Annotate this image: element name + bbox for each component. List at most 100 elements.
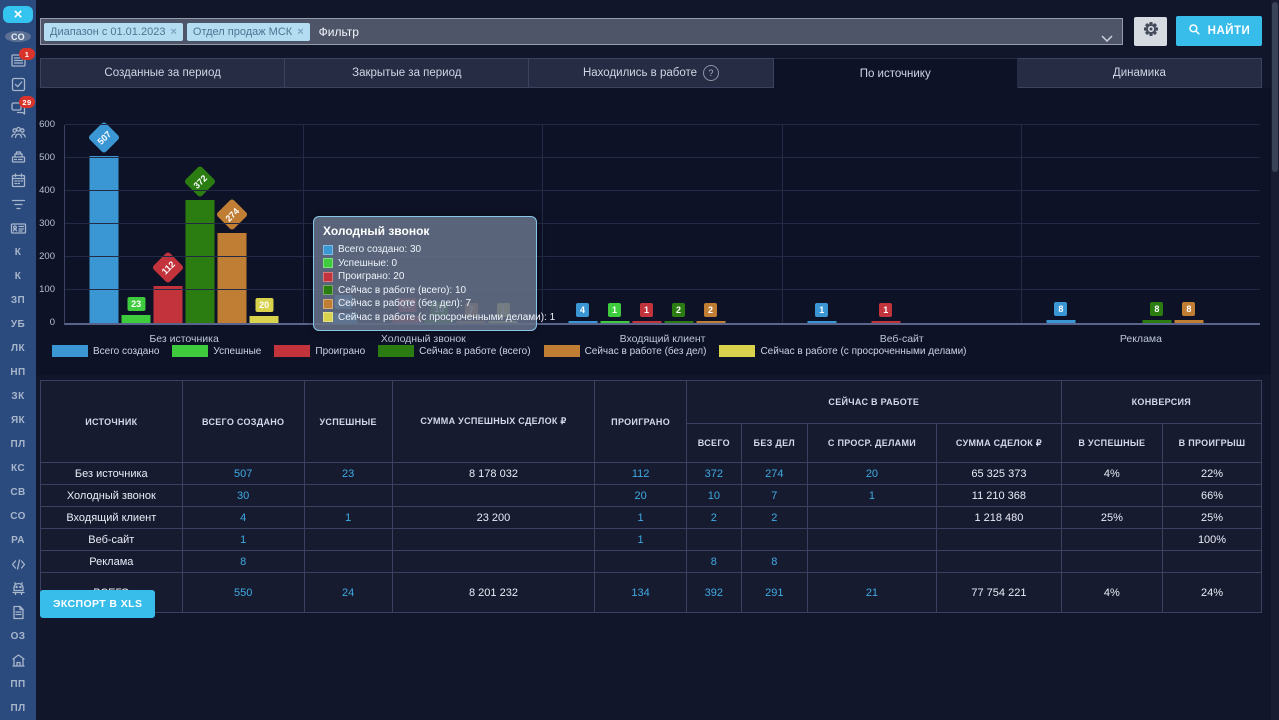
table-cell[interactable]: 30 xyxy=(182,485,304,507)
tab-5[interactable]: Динамика xyxy=(1018,58,1262,88)
scrollbar-thumb[interactable] xyxy=(1272,2,1278,172)
filter-chip-1[interactable]: Отдел продаж МСК× xyxy=(187,23,310,41)
bar[interactable] xyxy=(218,233,247,323)
sidebar-item-пп[interactable]: ПП xyxy=(0,672,36,696)
help-icon[interactable]: ? xyxy=(703,65,719,81)
chip-remove-icon[interactable]: × xyxy=(170,26,176,38)
bar[interactable] xyxy=(664,321,693,323)
sidebar-bank-icon[interactable] xyxy=(0,648,36,672)
bar[interactable] xyxy=(807,321,836,323)
find-button-label: НАЙТИ xyxy=(1208,25,1251,37)
sidebar-robot-icon[interactable] xyxy=(0,576,36,600)
bar[interactable] xyxy=(568,321,597,323)
table-cell[interactable]: 507 xyxy=(182,463,304,485)
sidebar-calendar-icon[interactable] xyxy=(0,168,36,192)
table-cell[interactable]: 550 xyxy=(182,573,304,613)
filter-chip-0[interactable]: Диапазон с 01.01.2023× xyxy=(44,23,183,41)
sidebar-users-icon[interactable] xyxy=(0,120,36,144)
legend-item[interactable]: Сейчас в работе (всего) xyxy=(378,345,530,357)
table-cell[interactable]: 1 xyxy=(595,507,687,529)
sidebar-item-со[interactable]: СО xyxy=(0,504,36,528)
bar[interactable] xyxy=(632,321,661,323)
table-cell[interactable]: 2 xyxy=(686,507,741,529)
sidebar-item-кс[interactable]: КС xyxy=(0,456,36,480)
sidebar-code-icon[interactable] xyxy=(0,552,36,576)
tab-2[interactable]: Закрытые за период xyxy=(285,58,529,88)
tab-1[interactable]: Созданные за период xyxy=(40,58,285,88)
table-cell[interactable]: 1 xyxy=(807,485,936,507)
table-cell[interactable]: 392 xyxy=(686,573,741,613)
table-cell[interactable]: 7 xyxy=(741,485,807,507)
sidebar-item-к[interactable]: К xyxy=(0,240,36,264)
bar[interactable] xyxy=(871,321,900,323)
sidebar-item-пл[interactable]: ПЛ xyxy=(0,432,36,456)
table-cell[interactable]: 24 xyxy=(304,573,392,613)
table-cell[interactable]: 10 xyxy=(686,485,741,507)
table-cell[interactable]: 4 xyxy=(182,507,304,529)
bar[interactable] xyxy=(696,321,725,323)
sidebar-item-св[interactable]: СВ xyxy=(0,480,36,504)
sidebar-cash-icon[interactable] xyxy=(0,144,36,168)
bar[interactable] xyxy=(1142,320,1171,323)
close-button[interactable]: × xyxy=(3,6,33,23)
legend-item[interactable]: Проиграно xyxy=(274,345,365,357)
sidebar-item-лк[interactable]: ЛК xyxy=(0,336,36,360)
table-cell[interactable]: 21 xyxy=(807,573,936,613)
chip-remove-icon[interactable]: × xyxy=(297,26,303,38)
table-cell xyxy=(392,529,595,551)
table-cell[interactable]: 8 xyxy=(182,551,304,573)
table-cell[interactable]: 134 xyxy=(595,573,687,613)
table-cell[interactable]: 1 xyxy=(304,507,392,529)
bar[interactable] xyxy=(122,315,151,323)
table-cell[interactable]: 372 xyxy=(686,463,741,485)
avatar[interactable]: СО xyxy=(5,31,31,42)
table-cell[interactable]: 291 xyxy=(741,573,807,613)
table-cell[interactable]: 20 xyxy=(595,485,687,507)
sidebar-item-нп[interactable]: НП xyxy=(0,360,36,384)
sidebar-item-оз[interactable]: ОЗ xyxy=(0,624,36,648)
sidebar-news-icon[interactable]: 1 xyxy=(0,48,36,72)
bar[interactable] xyxy=(154,286,183,323)
tooltip-title: Холодный звонок xyxy=(323,224,527,238)
find-button[interactable]: НАЙТИ xyxy=(1176,16,1262,46)
legend-item[interactable]: Сейчас в работе (без дел) xyxy=(544,345,707,357)
sidebar-filter-icon[interactable] xyxy=(0,192,36,216)
tab-4[interactable]: По источнику xyxy=(774,58,1018,88)
table-cell[interactable]: 8 xyxy=(686,551,741,573)
sidebar-document-icon[interactable] xyxy=(0,600,36,624)
table-cell[interactable]: 2 xyxy=(741,507,807,529)
sidebar-item-пл[interactable]: ПЛ xyxy=(0,696,36,720)
sidebar-item-ра[interactable]: РА xyxy=(0,528,36,552)
bar[interactable] xyxy=(186,200,215,323)
legend-item[interactable]: Сейчас в работе (с просроченными делами) xyxy=(719,345,966,357)
table-cell: 8 201 232 xyxy=(392,573,595,613)
filter-input[interactable]: Диапазон с 01.01.2023×Отдел продаж МСК×Ф… xyxy=(40,18,1123,45)
table-cell[interactable]: 8 xyxy=(741,551,807,573)
bar[interactable] xyxy=(1174,320,1203,323)
table-cell[interactable]: 23 xyxy=(304,463,392,485)
export-xls-button[interactable]: ЭКСПОРТ В XLS xyxy=(40,590,155,618)
table-cell[interactable]: 274 xyxy=(741,463,807,485)
legend-item[interactable]: Успешные xyxy=(172,345,261,357)
bar[interactable] xyxy=(600,321,629,323)
chevron-down-icon[interactable] xyxy=(1101,29,1113,47)
table-cell[interactable]: 112 xyxy=(595,463,687,485)
sidebar-chat-icon[interactable]: 29 xyxy=(0,96,36,120)
bar[interactable] xyxy=(90,156,119,323)
bar[interactable] xyxy=(250,316,279,323)
sidebar-id-card-icon[interactable] xyxy=(0,216,36,240)
table-cell[interactable]: 1 xyxy=(182,529,304,551)
legend-item[interactable]: Всего создано xyxy=(52,345,159,357)
tab-3[interactable]: Находились в работе? xyxy=(529,58,773,88)
settings-button[interactable] xyxy=(1134,17,1167,46)
bar[interactable] xyxy=(1046,320,1075,323)
sidebar-tasks-icon[interactable] xyxy=(0,72,36,96)
table-cell: 22% xyxy=(1163,463,1262,485)
sidebar-item-як[interactable]: ЯК xyxy=(0,408,36,432)
sidebar-item-к[interactable]: К xyxy=(0,264,36,288)
table-cell[interactable]: 1 xyxy=(595,529,687,551)
sidebar-item-зк[interactable]: ЗК xyxy=(0,384,36,408)
sidebar-item-уб[interactable]: УБ xyxy=(0,312,36,336)
table-cell[interactable]: 20 xyxy=(807,463,936,485)
sidebar-item-зп[interactable]: ЗП xyxy=(0,288,36,312)
